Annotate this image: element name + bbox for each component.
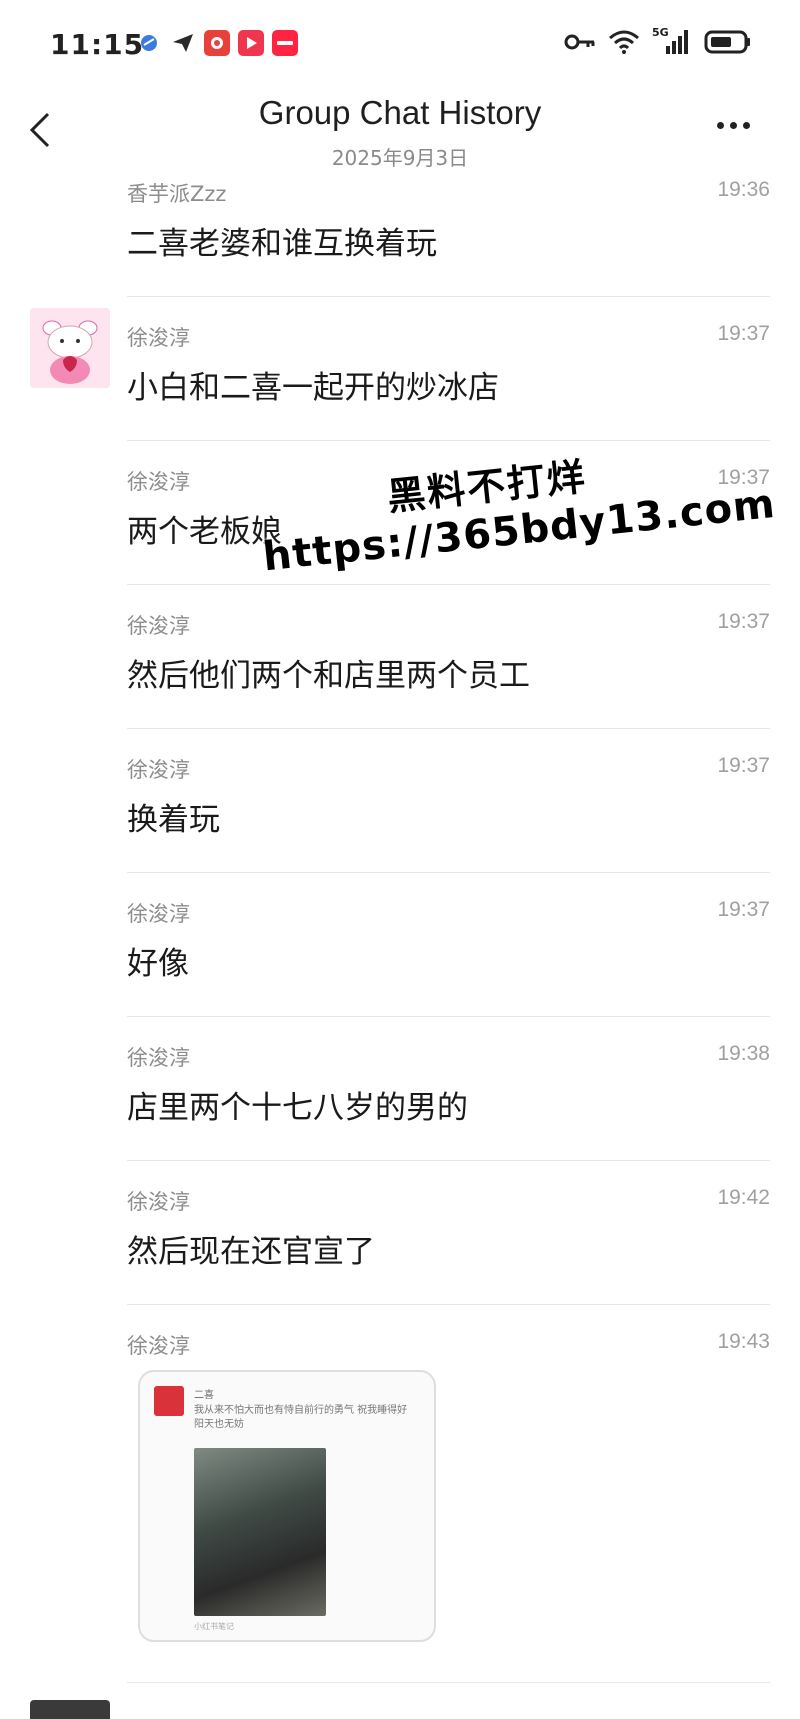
card-author: 二喜 — [194, 1390, 214, 1401]
divider — [127, 440, 770, 441]
avatar[interactable] — [30, 1700, 110, 1719]
message-sender: 徐浚淳 — [127, 470, 190, 494]
divider — [127, 584, 770, 585]
message-sender: 徐浚淳 — [127, 1046, 190, 1070]
header-bar: Group Chat History 2025年9月3日 — [0, 92, 800, 182]
message-text: 两个老板娘 — [127, 514, 282, 550]
xiaohongshu-logo-icon — [154, 1386, 184, 1416]
blue-app-icon — [136, 30, 162, 56]
card-photo — [194, 1448, 326, 1616]
divider — [127, 1682, 770, 1683]
message-time: 19:37 — [717, 898, 770, 921]
message-time: 19:36 — [717, 178, 770, 201]
message-time: 19:43 — [717, 1330, 770, 1353]
divider — [127, 1160, 770, 1161]
avatar[interactable] — [30, 308, 110, 388]
key-icon — [564, 33, 596, 55]
message-text: 好像 — [127, 946, 189, 982]
status-indicators: 5G — [564, 26, 752, 60]
more-options-button[interactable] — [717, 122, 750, 129]
video-app-icon — [238, 30, 264, 56]
page-title: Group Chat History — [258, 94, 542, 131]
message-sender: 徐浚淳 — [127, 902, 190, 926]
watermark: 黑料不打烊 https://365bdy13.com — [255, 428, 778, 581]
red-game-app-icon — [204, 30, 230, 56]
dot — [743, 122, 750, 129]
divider — [127, 872, 770, 873]
page-subtitle-date: 2025年9月3日 — [331, 146, 469, 170]
xiaohongshu-app-icon — [272, 30, 298, 56]
message-sender: 徐浚淳 — [127, 326, 190, 350]
network-type: 5G — [652, 26, 669, 39]
divider — [127, 296, 770, 297]
message-sender: 徐浚淳 — [127, 758, 190, 782]
divider — [127, 1304, 770, 1305]
watermark-url: https://365bdy13.com — [260, 480, 778, 581]
dot — [730, 122, 737, 129]
divider — [127, 1016, 770, 1017]
message-text: 然后现在还官宣了 — [127, 1234, 375, 1270]
message-time: 19:37 — [717, 322, 770, 345]
message-text: 店里两个十七八岁的男的 — [127, 1090, 468, 1126]
status-bar: 11:15 5G — [0, 0, 800, 92]
card-caption: 我从来不怕大而也有恃自前行的勇气 祝我睡得好 阳天也无妨 — [194, 1405, 408, 1430]
bunny-avatar-icon — [30, 308, 110, 388]
cellular-signal-icon: 5G — [652, 26, 692, 60]
battery-icon — [704, 29, 752, 59]
message-sender: 徐浚淳 — [127, 1334, 190, 1358]
message-time: 19:42 — [717, 1186, 770, 1209]
card-footer: 小红书笔记 — [194, 1622, 234, 1631]
message-sender: 香芋派Zzz — [127, 182, 227, 206]
message-sender: 徐浚淳 — [127, 614, 190, 638]
message-text: 小白和二喜一起开的炒冰店 — [127, 370, 499, 406]
notification-icons — [136, 30, 298, 56]
message-time: 19:37 — [717, 754, 770, 777]
status-time: 11:15 — [50, 28, 145, 61]
message-time: 19:37 — [717, 466, 770, 489]
message-text: 然后他们两个和店里两个员工 — [127, 658, 530, 694]
message-sender: 徐浚淳 — [127, 1190, 190, 1214]
message-text: 二喜老婆和谁互换着玩 — [127, 226, 437, 262]
shared-post-card[interactable]: 二喜 我从来不怕大而也有恃自前行的勇气 祝我睡得好 阳天也无妨 小红书笔记 — [138, 1370, 436, 1642]
message-time: 19:37 — [717, 610, 770, 633]
send-icon — [170, 30, 196, 56]
dot — [717, 122, 724, 129]
wifi-icon — [608, 29, 640, 59]
message-text: 换着玩 — [127, 802, 220, 838]
divider — [127, 728, 770, 729]
watermark-text: 黑料不打烊 — [385, 454, 589, 520]
message-time: 19:38 — [717, 1042, 770, 1065]
